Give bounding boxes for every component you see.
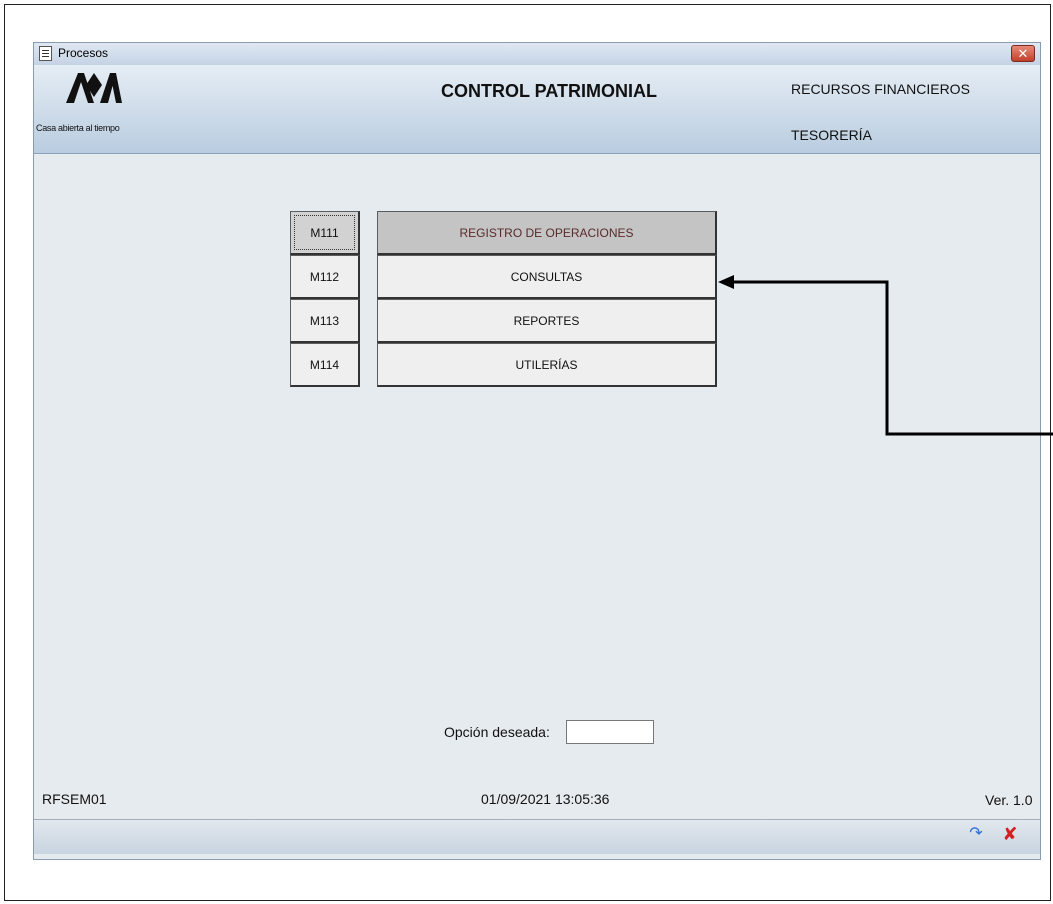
menu-code-label: M111 — [294, 215, 355, 250]
window-close-button[interactable]: ✕ — [1011, 45, 1035, 62]
title-bar: Procesos ✕ — [34, 43, 1040, 66]
document-icon — [39, 46, 52, 61]
datetime-label: 01/09/2021 13:05:36 — [481, 791, 610, 807]
menu-item-consultas[interactable]: CONSULTAS — [377, 255, 717, 299]
window-title: Procesos — [58, 46, 109, 60]
menu-code-m112[interactable]: M112 — [290, 255, 360, 299]
status-bar — [34, 819, 1040, 854]
menu-code-m114[interactable]: M114 — [290, 343, 360, 387]
app-header: Casa abierta al tiempo CONTROL PATRIMONI… — [34, 65, 1040, 154]
area-label: TESORERÍA — [791, 127, 872, 143]
uam-logo — [66, 73, 122, 103]
logo-tagline: Casa abierta al tiempo — [36, 123, 120, 133]
menu-code-m113[interactable]: M113 — [290, 299, 360, 343]
page-title: CONTROL PATRIMONIAL — [441, 81, 657, 101]
menu-code-m111[interactable]: M111 — [290, 211, 360, 255]
option-input[interactable] — [566, 720, 654, 744]
refresh-icon[interactable]: ↷ — [967, 825, 985, 843]
form-id: RFSEM01 — [42, 791, 107, 807]
version-label: Ver. 1.0 — [985, 792, 1033, 808]
option-label: Opción deseada: — [444, 724, 550, 740]
department-label: RECURSOS FINANCIEROS — [791, 81, 970, 97]
menu-item-reportes[interactable]: REPORTES — [377, 299, 717, 343]
menu-item-registro[interactable]: REGISTRO DE OPERACIONES — [377, 211, 717, 255]
close-icon[interactable]: ✘ — [1001, 824, 1019, 844]
menu-item-utilerias[interactable]: UTILERÍAS — [377, 343, 717, 387]
